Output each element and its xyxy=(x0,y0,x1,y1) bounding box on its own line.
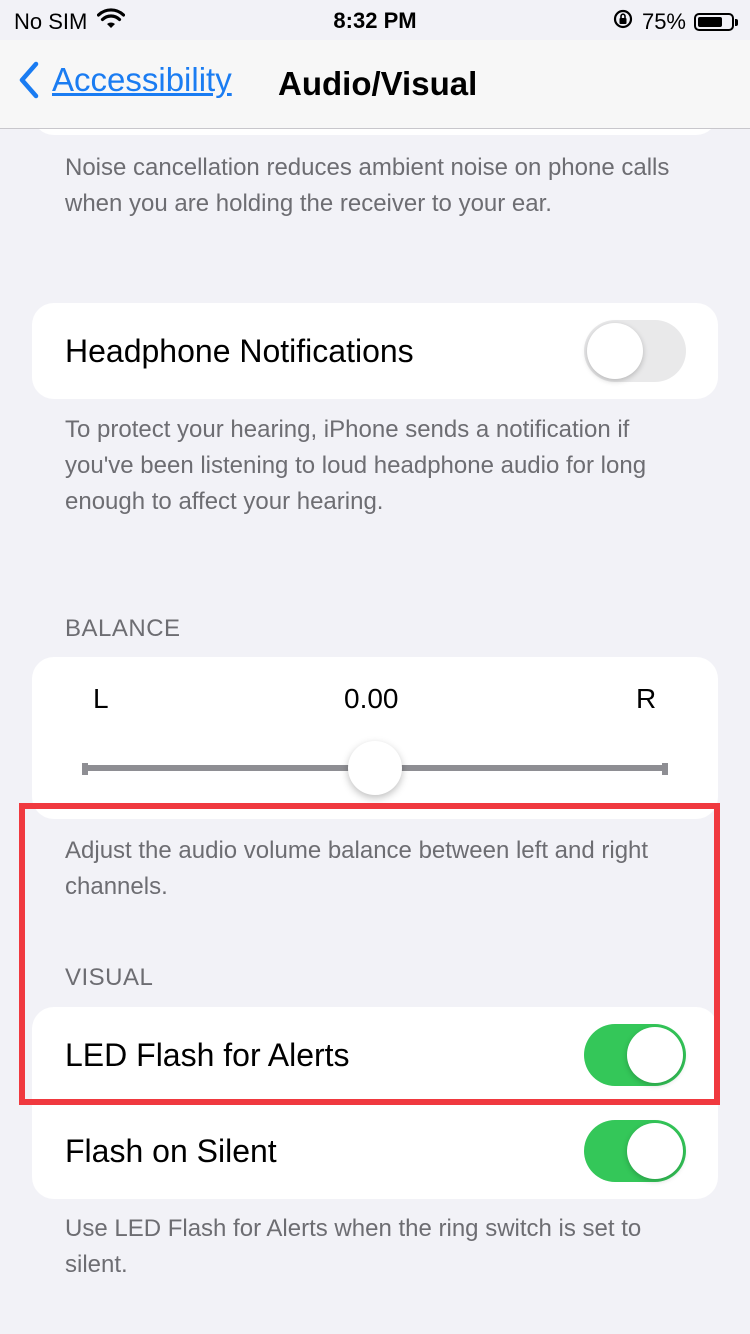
headphone-notifications-footer: To protect your hearing, iPhone sends a … xyxy=(65,416,647,515)
chevron-left-icon xyxy=(19,61,39,99)
noise-cancellation-card-edge xyxy=(32,129,718,135)
battery-fill xyxy=(698,17,722,27)
settings-list[interactable]: Noise cancellation reduces ambient noise… xyxy=(0,129,750,1334)
flash-on-silent-row[interactable]: Flash on Silent xyxy=(32,1103,718,1199)
status-right: 75% xyxy=(612,8,738,36)
back-button[interactable]: Accessibility xyxy=(16,60,232,100)
slider-right-cap xyxy=(662,763,668,775)
balance-left-label: L xyxy=(93,683,109,714)
balance-header: BALANCE xyxy=(65,615,181,642)
led-flash-label: LED Flash for Alerts xyxy=(65,1036,350,1073)
visual-header: VISUAL xyxy=(65,964,154,991)
page-title: Audio/Visual xyxy=(278,65,478,102)
toggle-knob xyxy=(627,1027,683,1083)
flash-on-silent-label: Flash on Silent xyxy=(65,1132,277,1169)
toggle-knob xyxy=(587,323,643,379)
orientation-lock-icon xyxy=(612,8,634,36)
led-flash-row[interactable]: LED Flash for Alerts xyxy=(32,1007,718,1103)
flash-on-silent-toggle[interactable] xyxy=(584,1120,686,1182)
battery-tip xyxy=(735,19,738,26)
balance-footer: Adjust the audio volume balance between … xyxy=(65,837,649,900)
headphone-notifications-row[interactable]: Headphone Notifications xyxy=(32,303,718,399)
headphone-notifications-card: Headphone Notifications xyxy=(32,303,718,399)
noise-cancellation-footer: Noise cancellation reduces ambient noise… xyxy=(65,154,670,217)
headphone-notifications-label: Headphone Notifications xyxy=(65,332,414,369)
balance-slider-thumb[interactable] xyxy=(348,741,402,795)
back-button-label[interactable]: Accessibility xyxy=(52,61,232,99)
led-flash-toggle[interactable] xyxy=(584,1024,686,1086)
headphone-notifications-toggle[interactable] xyxy=(584,320,686,382)
toggle-knob xyxy=(627,1123,683,1179)
balance-value: 0.00 xyxy=(344,683,399,714)
visual-card: LED Flash for Alerts Flash on Silent xyxy=(32,1007,718,1199)
balance-card: L 0.00 R xyxy=(32,657,718,819)
visual-footer: Use LED Flash for Alerts when the ring s… xyxy=(65,1215,642,1278)
status-bar: No SIM 8:32 PM 75% xyxy=(0,0,750,40)
battery-percent: 75% xyxy=(641,9,686,34)
navigation-bar: Accessibility Audio/Visual xyxy=(0,40,750,129)
balance-right-label: R xyxy=(636,683,657,714)
battery-icon xyxy=(694,13,738,31)
